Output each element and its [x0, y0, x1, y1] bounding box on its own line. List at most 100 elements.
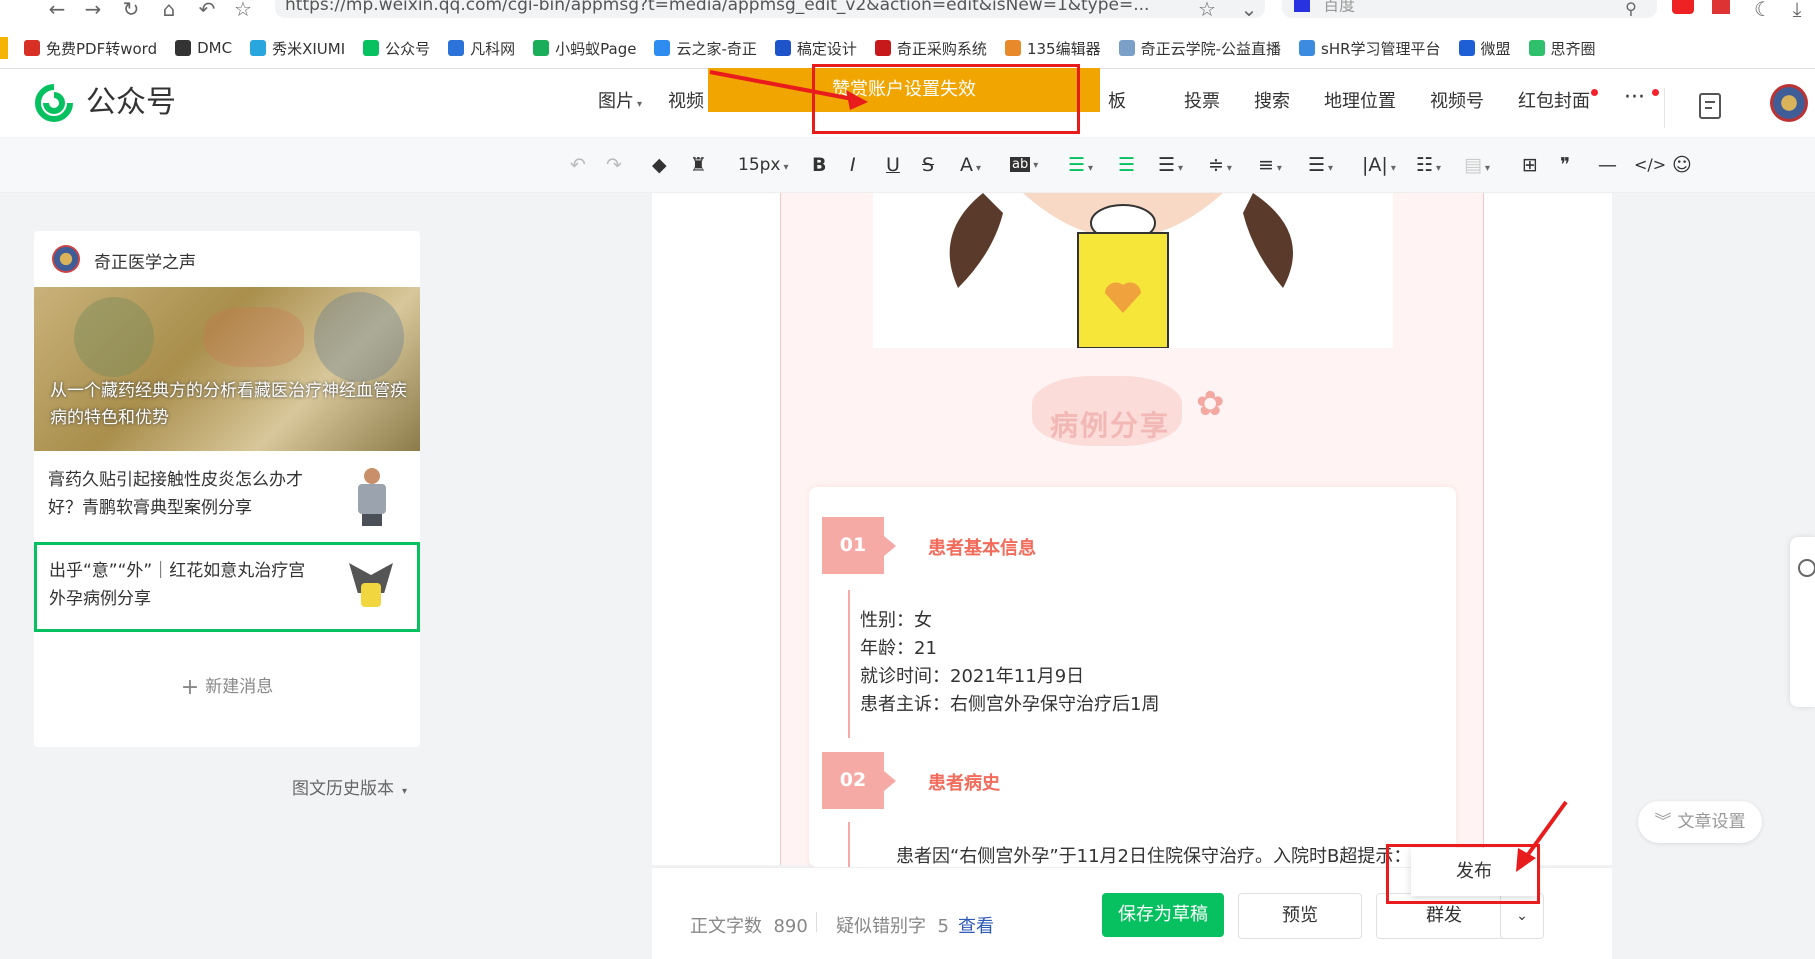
align-left-icon[interactable]: ☰ ▾ — [1068, 153, 1093, 181]
search-icon[interactable]: ⚲ — [1620, 0, 1642, 22]
code-icon[interactable]: </> — [1634, 153, 1666, 177]
view-typos-link[interactable]: 查看 — [958, 912, 994, 938]
toolbar-video[interactable]: 视频 — [668, 90, 704, 114]
avatar[interactable] — [1770, 84, 1808, 122]
preview-button[interactable]: 预览 — [1238, 893, 1362, 939]
indent-spacing-icon[interactable]: ☰ ▾ — [1308, 153, 1333, 181]
format-painter-icon[interactable]: ♜ — [690, 153, 707, 177]
article-settings-button[interactable]: ︾ 文章设置 — [1638, 801, 1762, 843]
emoji-icon[interactable]: ☺ — [1672, 153, 1692, 177]
bookmark-star-icon[interactable]: ☆ — [1196, 0, 1218, 22]
double-chevron-icon: ︾ — [1654, 812, 1672, 832]
address-bar[interactable]: https://mp.weixin.qq.com/cgi-bin/appmsg?… — [275, 0, 1265, 18]
eraser-icon[interactable]: ◆ — [652, 153, 667, 177]
cover-article-title[interactable]: 从一个藏药经典方的分析看藏医治疗神经血管疾病的特色和优势 — [50, 378, 410, 432]
line-height-icon[interactable]: ≑ ▾ — [1208, 153, 1232, 181]
caret-down-icon: ▾ — [402, 786, 408, 797]
divider-line-icon[interactable]: — — [1598, 153, 1617, 177]
float-icon[interactable]: ▤ ▾ — [1464, 153, 1490, 181]
bookmark-item[interactable]: 凡科网 — [448, 38, 515, 59]
bookmarks-bar: 免费PDF转word DMC 秀米XIUMI 公众号 凡科网 小蚂蚁Page 云之家-奇正 稿… — [0, 28, 1815, 69]
moon-icon[interactable]: ☾ — [1752, 0, 1774, 22]
format-toolbar — [0, 138, 1815, 193]
bookmark-item[interactable]: 135编辑器 — [1004, 38, 1101, 59]
bookmark-label: 免费PDF转word — [46, 39, 158, 58]
list-icon[interactable]: ☷ ▾ — [1416, 153, 1441, 181]
bookmark-item[interactable]: sHR学习管理平台 — [1299, 38, 1441, 59]
list-item-selected[interactable]: 出乎“意”“外”｜红花如意丸治疗宫外孕病例分享 — [34, 542, 420, 632]
bookmark-item[interactable]: 云之家-奇正 — [654, 38, 757, 59]
history-versions-button[interactable]: 图文历史版本 ▾ — [292, 774, 407, 799]
bookmark-item[interactable]: 奇正采购系统 — [874, 38, 987, 59]
toolbar-template[interactable]: 板 — [1108, 90, 1126, 114]
italic-icon[interactable]: I — [850, 153, 856, 177]
back-icon[interactable]: ← — [46, 0, 68, 22]
cartoon-illustration[interactable] — [873, 193, 1393, 349]
bookmark-icon — [1118, 40, 1135, 56]
save-draft-button[interactable]: 保存为草稿 — [1102, 893, 1224, 937]
table-icon[interactable]: ⊞ — [1522, 153, 1538, 177]
bookmark-icon — [363, 40, 380, 56]
bookmark-icon — [24, 40, 40, 56]
account-name: 奇正医学之声 — [94, 253, 196, 273]
extension-icon[interactable] — [1672, 0, 1694, 14]
toolbar-image[interactable]: 图片 ▾ — [598, 90, 642, 117]
toolbar-red-packet-cover[interactable]: 红包封面 — [1518, 90, 1590, 114]
indent-icon[interactable]: ☰ — [1118, 153, 1135, 177]
pdf-extension-icon[interactable] — [1712, 0, 1730, 14]
bookmark-icon — [175, 40, 192, 56]
bookmark-item[interactable]: 小蚂蚁Page — [533, 38, 636, 59]
wechat-mp-logo-icon[interactable] — [34, 83, 74, 123]
download-icon[interactable]: ⤓ — [1786, 0, 1808, 22]
document-icon[interactable] — [1698, 92, 1722, 120]
home-icon[interactable]: ⌂ — [158, 0, 180, 22]
bookmark-item[interactable]: 免费PDF转word — [24, 38, 157, 59]
letter-spacing-icon[interactable]: |A| ▾ — [1362, 153, 1396, 181]
forward-icon[interactable]: → — [82, 0, 104, 22]
strikethrough-icon[interactable]: S — [922, 153, 934, 177]
toolbar-search[interactable]: 搜索 — [1254, 90, 1290, 114]
font-color-icon[interactable]: A ▾ — [960, 153, 981, 181]
text-align-icon[interactable]: ☰ ▾ — [1158, 153, 1183, 181]
bookmark-label: 秀米XIUMI — [272, 39, 346, 58]
undo-close-icon[interactable]: ↶ — [196, 0, 218, 22]
search-placeholder: 百度 — [1323, 0, 1356, 15]
new-message-button[interactable]: + 新建消息 — [34, 672, 420, 700]
reload-icon[interactable]: ↻ — [120, 0, 142, 22]
section-line — [848, 590, 850, 738]
annotation-arrow-icon — [709, 70, 868, 110]
bookmark-icon — [533, 40, 550, 56]
paragraph-spacing-icon[interactable]: ≡ ▾ — [1258, 153, 1282, 181]
more-icon[interactable]: ··· — [1624, 86, 1645, 110]
bookmark-label: 135编辑器 — [1026, 39, 1101, 58]
article-title: 出乎“意”“外”｜红花如意丸治疗宫外孕病例分享 — [49, 561, 306, 609]
info-line: 年龄：21 — [860, 638, 937, 659]
search-bar[interactable]: 百度 — [1282, 0, 1657, 18]
bookmark-item[interactable]: 微盟 — [1458, 38, 1511, 59]
bookmark-item[interactable]: 公众号 — [363, 38, 430, 59]
bold-icon[interactable]: B — [812, 153, 826, 177]
bookmark-item[interactable]: 稿定设计 — [774, 38, 857, 59]
bookmark-item[interactable]: 思齐圈 — [1528, 38, 1596, 59]
toolbar-location[interactable]: 地理位置 — [1324, 90, 1396, 114]
highlight-icon[interactable]: ab ▾ — [1010, 153, 1038, 178]
list-item[interactable]: 膏药久贴引起接触性皮炎怎么办才好？青鹏软膏典型案例分享 — [34, 452, 420, 543]
underline-icon[interactable]: U — [886, 153, 900, 177]
bookmark-item[interactable]: 奇正云学院-公益直播 — [1118, 38, 1281, 59]
font-size-select[interactable]: 15px ▾ — [738, 153, 789, 180]
section-title: 患者基本信息 — [928, 538, 1036, 559]
toolbar-channels[interactable]: 视频号 — [1430, 90, 1484, 114]
chevron-down-icon[interactable]: ⌄ — [1238, 0, 1260, 22]
bookmark-item[interactable]: 秀米XIUMI — [250, 38, 345, 59]
section-number: 01 — [822, 517, 884, 574]
toolbar-vote[interactable]: 投票 — [1184, 90, 1220, 114]
undo-icon[interactable]: ↶ — [570, 153, 586, 177]
bookmark-label: sHR学习管理平台 — [1321, 39, 1441, 58]
patient-info[interactable]: 性别：女 年龄：21 就诊时间：2021年11月9日 患者主诉：右侧宫外孕保守治… — [860, 607, 1159, 719]
bookmark-item[interactable]: DMC — [175, 39, 232, 57]
bookmark-icon — [1004, 40, 1021, 56]
quote-icon[interactable]: ❞ — [1560, 153, 1570, 177]
star-icon[interactable]: ☆ — [232, 0, 254, 22]
redo-icon[interactable]: ↷ — [606, 153, 622, 177]
side-help-tab[interactable] — [1790, 537, 1815, 707]
